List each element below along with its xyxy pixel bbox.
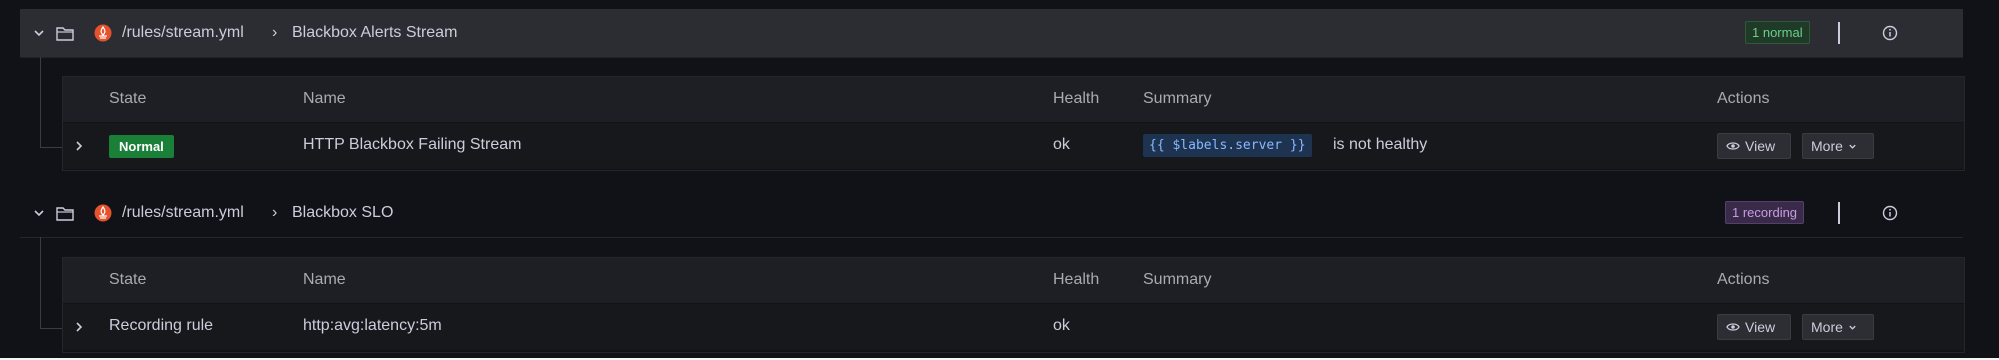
more-label: More [1811, 138, 1843, 154]
namespace-path: /rules/stream.yml [122, 204, 244, 221]
rules-table: State Name Health Summary Actions Record… [62, 257, 1965, 353]
info-icon[interactable] [1882, 25, 1898, 41]
folder-icon [56, 25, 74, 41]
info-icon[interactable] [1882, 205, 1898, 221]
eye-icon [1726, 142, 1740, 150]
breadcrumb-separator: › [272, 24, 278, 41]
divider [1838, 202, 1840, 224]
folder-icon [56, 205, 74, 221]
chevron-down-icon [1849, 144, 1856, 149]
table-row[interactable]: Recording rule http:avg:latency:5m ok Vi… [63, 304, 1964, 350]
view-button[interactable]: View [1717, 133, 1791, 159]
column-header-actions: Actions [1717, 90, 1770, 107]
view-label: View [1745, 138, 1776, 154]
rule-group-name: Blackbox SLO [292, 204, 394, 221]
tree-line [40, 147, 62, 148]
tree-line [40, 237, 41, 328]
status-badge: 1 recording [1725, 201, 1805, 224]
prometheus-icon [94, 203, 114, 223]
view-button[interactable]: View [1717, 314, 1791, 340]
column-header-actions: Actions [1717, 271, 1770, 288]
status-badge: 1 normal [1745, 21, 1810, 44]
chevron-right-icon[interactable] [73, 139, 85, 151]
rule-health: ok [1053, 317, 1070, 334]
table-row[interactable]: Normal HTTP Blackbox Failing Stream ok {… [63, 123, 1964, 169]
table-header: State Name Health Summary Actions [63, 77, 1964, 122]
rule-group-header-1[interactable]: /rules/stream.yml › Blackbox Alerts Stre… [20, 9, 1963, 58]
more-label: More [1811, 319, 1843, 335]
chevron-down-icon [1849, 325, 1856, 330]
rule-name: http:avg:latency:5m [303, 317, 442, 334]
prometheus-icon [94, 23, 114, 43]
column-header-summary: Summary [1143, 90, 1212, 107]
more-button[interactable]: More [1802, 314, 1874, 340]
divider [1838, 22, 1840, 44]
rule-health: ok [1053, 136, 1070, 153]
chevron-down-icon[interactable] [32, 206, 46, 220]
view-label: View [1745, 319, 1776, 335]
column-header-summary: Summary [1143, 271, 1212, 288]
namespace-path: /rules/stream.yml [122, 24, 244, 41]
rule-group-header-2[interactable]: /rules/stream.yml › Blackbox SLO 1 recor… [20, 189, 1963, 238]
chevron-right-icon[interactable] [73, 320, 85, 332]
column-header-state: State [109, 271, 147, 288]
column-header-health: Health [1053, 271, 1100, 288]
tree-line [40, 57, 41, 147]
column-header-name: Name [303, 90, 346, 107]
column-header-name: Name [303, 271, 346, 288]
rule-state: Recording rule [109, 317, 214, 334]
rule-name: HTTP Blackbox Failing Stream [303, 136, 522, 153]
state-badge: Normal [109, 135, 174, 158]
rules-page: /rules/stream.yml › Blackbox Alerts Stre… [0, 0, 1999, 358]
summary-code: {{ $labels.server }} [1143, 134, 1312, 157]
column-header-health: Health [1053, 90, 1100, 107]
eye-icon [1726, 323, 1740, 331]
summary-text: is not healthy [1333, 136, 1428, 153]
chevron-down-icon[interactable] [32, 26, 46, 40]
tree-line [40, 328, 62, 329]
table-header: State Name Health Summary Actions [63, 258, 1964, 303]
rule-group-name: Blackbox Alerts Stream [292, 24, 458, 41]
breadcrumb-separator: › [272, 204, 278, 221]
rules-table: State Name Health Summary Actions Normal… [62, 76, 1965, 171]
column-header-state: State [109, 90, 147, 107]
more-button[interactable]: More [1802, 133, 1874, 159]
